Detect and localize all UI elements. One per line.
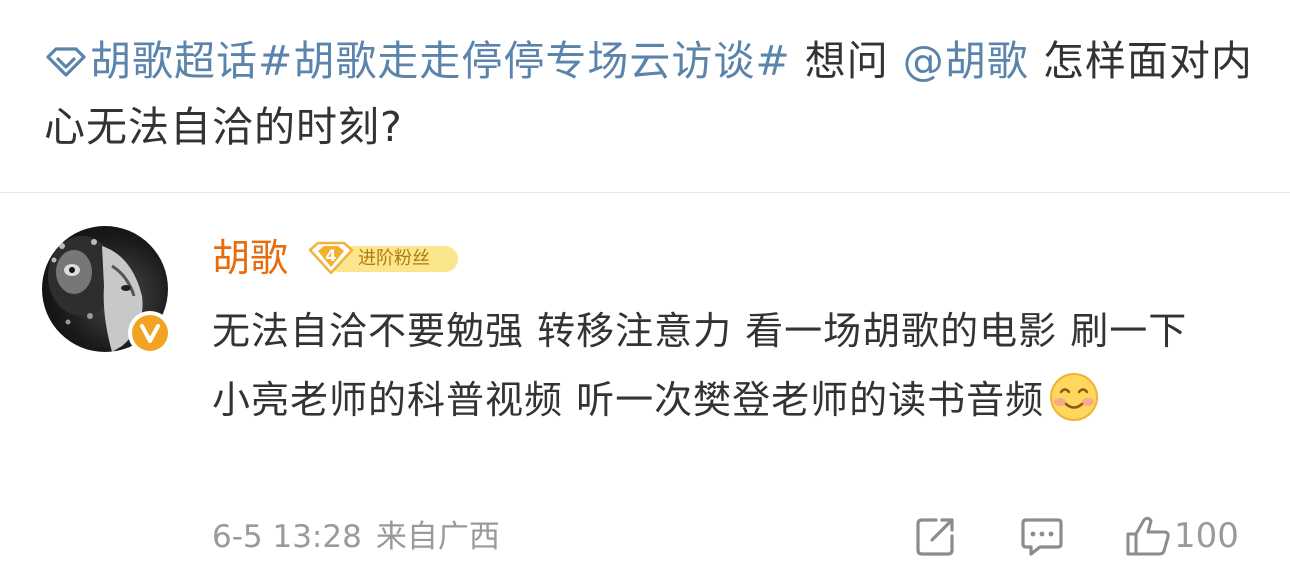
verified-v-icon: [140, 324, 160, 343]
comment-text: 无法自洽不要勉强 转移注意力 看一场胡歌的电影 刷一下小亮老师的科普视频 听一次…: [212, 297, 1222, 435]
verified-badge: [128, 311, 172, 355]
mention-link[interactable]: @胡歌: [903, 37, 1029, 85]
like-icon[interactable]: [1124, 514, 1174, 558]
comment-content: 无法自洽不要勉强 转移注意力 看一场胡歌的电影 刷一下小亮老师的科普视频 听一次…: [212, 309, 1188, 422]
comment-meta: 6-5 13:28 来自广西: [212, 515, 514, 559]
quoted-post-text: 胡歌超话#胡歌走走停停专场云访谈# 想问 @胡歌 怎样面对内心无法自洽的时刻?: [44, 28, 1254, 160]
supertopic-link[interactable]: 胡歌超话: [44, 37, 258, 85]
smile-emoji-icon: [1050, 373, 1099, 421]
fan-level-badge[interactable]: 4 进阶粉丝: [306, 240, 458, 276]
comment-icon[interactable]: [1020, 514, 1064, 558]
post-text-part: 想问: [790, 37, 903, 85]
username[interactable]: 胡歌: [212, 234, 288, 282]
like-count: 100: [1174, 516, 1239, 556]
fan-level-number: 4: [325, 246, 337, 265]
comment-source: 来自广西: [375, 519, 500, 555]
divider: [0, 192, 1290, 193]
hashtag-link[interactable]: #胡歌走走停停专场云访谈#: [258, 37, 791, 85]
weibo-comment-screenshot: 胡歌超话#胡歌走走停停专场云访谈# 想问 @胡歌 怎样面对内心无法自洽的时刻? …: [0, 0, 1290, 584]
repost-icon[interactable]: [914, 514, 958, 558]
fan-badge-label: 进阶粉丝: [358, 248, 430, 269]
supertopic-icon: [46, 47, 86, 77]
supertopic-label: 胡歌超话: [90, 37, 258, 85]
comment-time: 6-5 13:28: [212, 519, 362, 555]
